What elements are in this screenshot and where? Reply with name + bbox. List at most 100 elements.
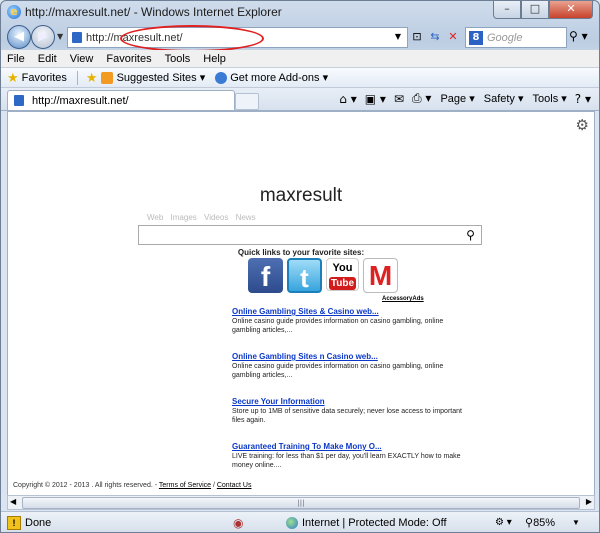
- page-content: ⚙ maxresult Web Images Videos News ⚲ Qui…: [7, 111, 595, 496]
- search-input[interactable]: [138, 225, 461, 245]
- tab-web[interactable]: Web: [147, 213, 163, 222]
- facebook-icon[interactable]: f: [248, 258, 283, 293]
- suggested-sites-label: Suggested Sites ▾: [116, 72, 206, 84]
- zoom-control[interactable]: ⚲ 85%: [525, 516, 556, 530]
- address-dropdown-icon[interactable]: ▼: [395, 32, 401, 41]
- result-item: Online Gambling Sites n Casino web... On…: [232, 352, 472, 380]
- page-icon: [72, 32, 82, 43]
- recent-pages-dropdown[interactable]: ▼: [57, 32, 63, 41]
- tab-videos[interactable]: Videos: [204, 213, 228, 222]
- window-title: http://maxresult.net/ - Windows Internet…: [25, 5, 282, 19]
- status-text: Done: [25, 516, 52, 529]
- status-bar: ! Done ◉ Internet | Protected Mode: Off …: [1, 511, 599, 532]
- compatibility-view-icon[interactable]: ⊡: [409, 29, 425, 45]
- addons-label: Get more Add-ons ▾: [230, 72, 329, 84]
- contact-link[interactable]: Contact Us: [217, 482, 252, 489]
- title-bar: e http://maxresult.net/ - Windows Intern…: [1, 1, 599, 23]
- search-icon[interactable]: ⚲ ▾: [569, 29, 588, 43]
- menu-help[interactable]: Help: [203, 53, 226, 65]
- privacy-icon[interactable]: ◉: [233, 516, 243, 530]
- add-favorite-icon: ★: [85, 69, 98, 85]
- tab-images[interactable]: Images: [171, 213, 197, 222]
- zoom-icon: ⚲: [525, 517, 534, 529]
- result-desc: Online casino guide provides information…: [232, 318, 444, 334]
- result-desc: Store up to 1MB of sensitive data secure…: [232, 408, 462, 424]
- feeds-icon[interactable]: ▣ ▾: [365, 92, 386, 106]
- suggested-sites-button[interactable]: ★ Suggested Sites ▾: [86, 70, 205, 86]
- new-tab-button[interactable]: [235, 93, 259, 110]
- gear-icon[interactable]: ⚙: [576, 116, 589, 134]
- search-box[interactable]: 8 Google: [465, 27, 567, 48]
- help-icon[interactable]: ? ▾: [575, 92, 591, 106]
- menu-bar: File Edit View Favorites Tools Help: [1, 50, 599, 68]
- menu-view[interactable]: View: [70, 53, 94, 65]
- youtube-you: You: [332, 262, 353, 274]
- tab-news[interactable]: News: [236, 213, 256, 222]
- menu-edit[interactable]: Edit: [38, 53, 57, 65]
- favorites-bar: ★ Favorites ★ Suggested Sites ▾ Get more…: [1, 68, 599, 88]
- star-icon: ★: [7, 69, 19, 85]
- scroll-left-icon[interactable]: ◀: [10, 497, 16, 506]
- safety-menu[interactable]: Safety ▾: [484, 92, 524, 105]
- result-title[interactable]: Secure Your Information: [232, 397, 472, 407]
- command-bar: ⌂ ▾ ▣ ▾ ✉ ⎙ ▾ Page ▾ Safety ▾ Tools ▾ ? …: [331, 91, 591, 106]
- result-desc: LIVE training: for less than $1 per day,…: [232, 453, 461, 469]
- favorites-button[interactable]: ★ Favorites: [7, 70, 67, 86]
- highlight-ellipse: [120, 25, 264, 52]
- close-button[interactable]: ✕: [549, 1, 593, 19]
- result-title[interactable]: Online Gambling Sites & Casino web...: [232, 307, 472, 317]
- refresh-icon[interactable]: ⇆: [427, 29, 443, 45]
- youtube-tube: Tube: [328, 277, 357, 290]
- tools-menu[interactable]: Tools ▾: [533, 92, 567, 105]
- print-icon[interactable]: ⎙ ▾: [412, 91, 431, 106]
- search-placeholder[interactable]: Google: [487, 32, 522, 44]
- security-zone[interactable]: Internet | Protected Mode: Off: [286, 516, 447, 529]
- ie-logo-icon: e: [7, 5, 21, 19]
- tab-label: http://maxresult.net/: [32, 94, 129, 107]
- quick-links: f t You Tube M: [248, 258, 402, 293]
- globe-icon: [286, 516, 298, 529]
- menu-file[interactable]: File: [7, 53, 25, 65]
- forward-button[interactable]: ▶: [31, 25, 55, 49]
- twitter-icon[interactable]: t: [287, 258, 322, 293]
- site-logo: maxresult: [259, 185, 343, 206]
- address-bar[interactable]: http://maxresult.net/ ▼: [67, 25, 408, 52]
- result-item: Secure Your Information Store up to 1MB …: [232, 397, 472, 425]
- warning-icon[interactable]: !: [7, 515, 21, 530]
- home-icon[interactable]: ⌂ ▾: [339, 92, 356, 106]
- menu-tools[interactable]: Tools: [165, 53, 191, 65]
- mail-icon[interactable]: ✉: [394, 92, 404, 106]
- addons-button[interactable]: Get more Add-ons ▾: [215, 71, 328, 84]
- tab-maxresult[interactable]: http://maxresult.net/: [7, 90, 235, 110]
- zoom-dropdown-icon[interactable]: ▼: [572, 518, 580, 527]
- back-button[interactable]: ◀: [7, 25, 31, 49]
- page-menu[interactable]: Page ▾: [440, 92, 474, 105]
- zoom-level: 85%: [533, 516, 556, 529]
- quick-links-title: Quick links to your favorite sites:: [237, 248, 365, 257]
- terms-link[interactable]: Terms of Service: [159, 482, 211, 489]
- youtube-icon[interactable]: You Tube: [326, 258, 359, 291]
- minimize-button[interactable]: –: [493, 1, 521, 19]
- window-controls: – □ ✕: [493, 1, 593, 19]
- search-tabs: Web Images Videos News: [147, 213, 261, 222]
- maximize-button[interactable]: □: [521, 1, 549, 19]
- ads-label[interactable]: AccessoryAds: [382, 296, 424, 302]
- zone-text: Internet | Protected Mode: Off: [302, 516, 447, 529]
- menu-favorites[interactable]: Favorites: [106, 53, 151, 65]
- page-icon: [14, 95, 24, 106]
- separator: [76, 70, 78, 85]
- gmail-icon[interactable]: M: [363, 258, 398, 293]
- navigation-bar: ◀ ▶ ▼ http://maxresult.net/ ▼ ⊡ ⇆ ✕ 8 Go…: [1, 25, 599, 52]
- stop-icon[interactable]: ✕: [445, 29, 461, 45]
- footer: Copyright © 2012 - 2013 . All rights res…: [13, 482, 251, 489]
- search-button[interactable]: ⚲: [460, 225, 482, 245]
- add-on-icon[interactable]: ⚙ ▾: [495, 517, 512, 528]
- result-title[interactable]: Guaranteed Training To Make Mony O...: [232, 442, 472, 452]
- result-item: Guaranteed Training To Make Mony O... LI…: [232, 442, 472, 470]
- scroll-thumb[interactable]: |||: [22, 497, 580, 509]
- result-title[interactable]: Online Gambling Sites n Casino web...: [232, 352, 472, 362]
- search-provider-icon: 8: [469, 30, 483, 45]
- horizontal-scrollbar[interactable]: ◀ ||| ▶: [7, 495, 595, 510]
- sponsored-results: Online Gambling Sites & Casino web... On…: [232, 307, 472, 487]
- scroll-right-icon[interactable]: ▶: [586, 497, 592, 506]
